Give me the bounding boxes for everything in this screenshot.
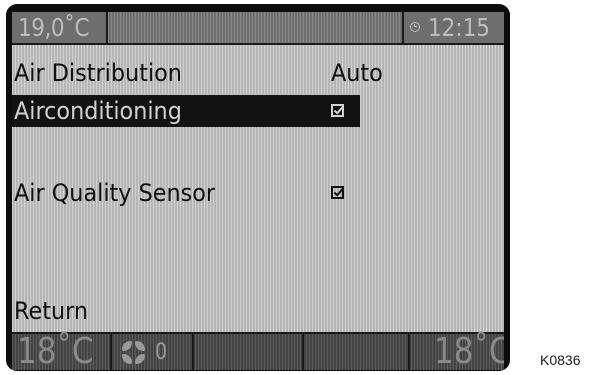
- return-button[interactable]: Return: [12, 295, 212, 327]
- status-bar: 19,0˚C 12:15: [12, 12, 504, 45]
- menu-item-air-distribution[interactable]: Air Distribution Auto: [12, 57, 504, 89]
- climate-segment-empty: [194, 334, 304, 370]
- climate-segment-empty: [304, 334, 410, 370]
- climate-bar: 18˚C 0 18˚C: [12, 332, 504, 370]
- menu-item-label: Air Quality Sensor: [14, 179, 216, 207]
- menu-item-label: Airconditioning: [14, 97, 182, 125]
- fan-icon: [122, 341, 146, 365]
- left-zone-temperature: 18˚C: [17, 331, 94, 370]
- menu-item-air-quality-sensor[interactable]: Air Quality Sensor: [12, 177, 504, 209]
- fan-speed-level: 0: [155, 340, 168, 365]
- right-zone-temperature: 18˚C: [434, 331, 504, 370]
- clock-time: 12:15: [428, 13, 490, 42]
- menu-item-airconditioning[interactable]: Airconditioning: [12, 95, 360, 127]
- figure-code: K0836: [540, 352, 581, 368]
- clock-icon: [410, 22, 420, 32]
- page: 19,0˚C 12:15 Air Distribution Auto Airco…: [0, 0, 605, 375]
- checkbox-checked-icon[interactable]: [331, 186, 344, 199]
- return-label: Return: [14, 297, 89, 325]
- outside-temperature: 19,0˚C: [18, 13, 90, 42]
- menu-item-label: Air Distribution: [14, 59, 182, 87]
- menu-item-value: Auto: [331, 59, 383, 87]
- checkbox-checked-icon[interactable]: [331, 104, 344, 117]
- display-screen: 19,0˚C 12:15 Air Distribution Auto Airco…: [12, 12, 504, 370]
